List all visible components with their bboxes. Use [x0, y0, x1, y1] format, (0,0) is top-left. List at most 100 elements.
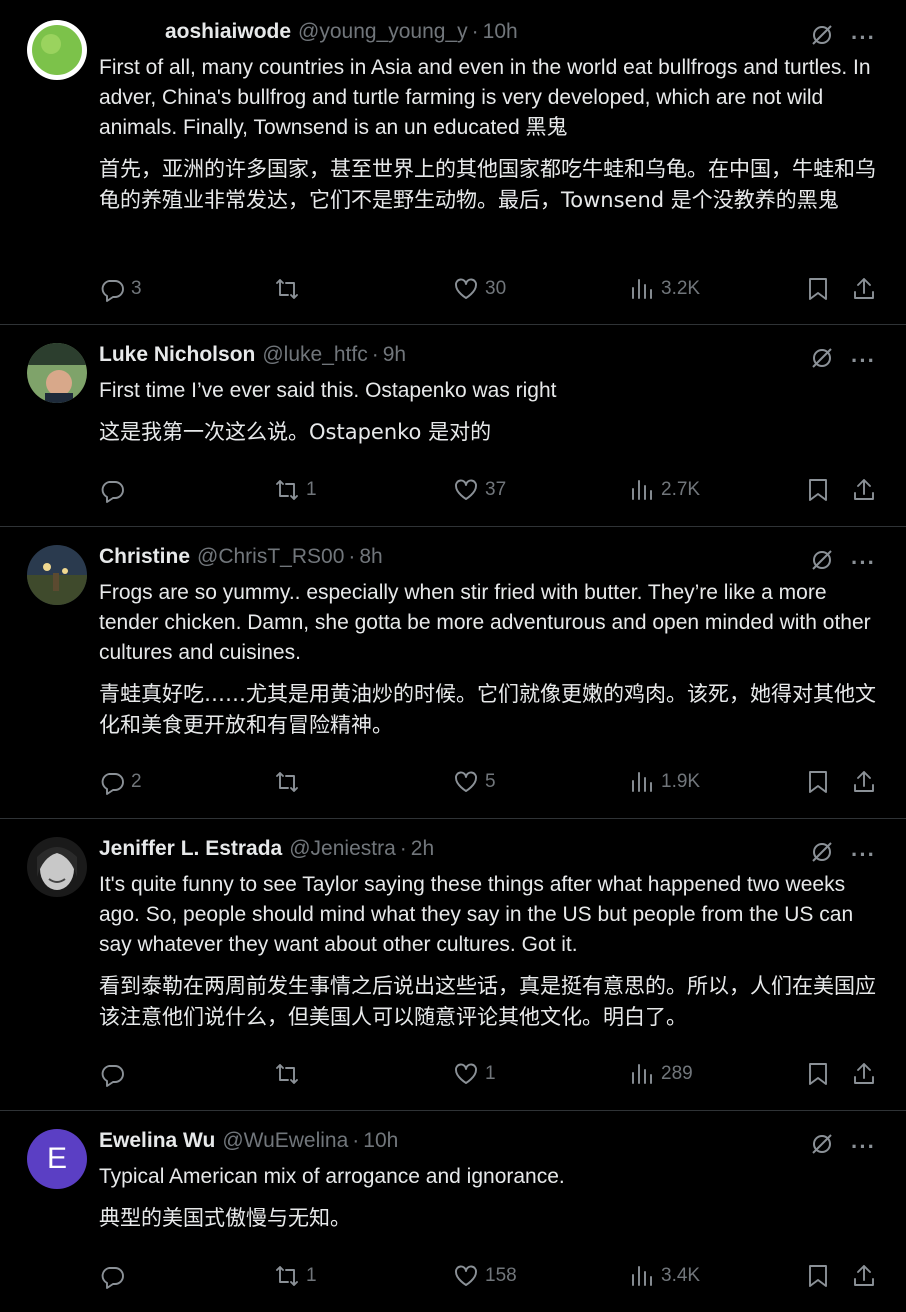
views-button[interactable]: 2.7K: [629, 477, 700, 503]
view-count: 2.7K: [661, 479, 701, 500]
more-options-icon[interactable]: ···: [851, 551, 876, 573]
display-name[interactable]: Christine: [99, 545, 190, 569]
repost-button[interactable]: [274, 769, 306, 795]
bookmark-icon: [809, 278, 827, 300]
user-handle[interactable]: @ChrisT_RS00: [197, 545, 344, 569]
more-options-icon[interactable]: ···: [851, 843, 876, 865]
tweet-header: aoshiaiwode @young_young_y · 10h: [99, 20, 876, 50]
bookmark-button[interactable]: [805, 1263, 831, 1289]
share-icon: [854, 771, 874, 792]
tweet[interactable]: Christine @ChrisT_RS00 · 8h Frogs are so…: [0, 527, 906, 819]
view-count: 3.2K: [661, 278, 701, 299]
repost-count: 1: [306, 1265, 317, 1286]
more-options-icon[interactable]: ···: [851, 1135, 876, 1157]
tweet[interactable]: Jeniffer L. Estrada @Jeniestra · 2h It's…: [0, 819, 906, 1111]
share-button[interactable]: [851, 769, 877, 795]
tweet[interactable]: aoshiaiwode @young_young_y · 10h First o…: [0, 0, 906, 325]
avatar[interactable]: [27, 20, 87, 80]
views-button[interactable]: 289: [629, 1061, 693, 1087]
grok-icon[interactable]: [809, 1131, 835, 1162]
more-options-icon[interactable]: ···: [851, 349, 876, 371]
user-handle[interactable]: @luke_htfc: [262, 343, 367, 367]
bookmark-icon: [809, 1063, 827, 1085]
reply-button[interactable]: 3: [99, 276, 142, 302]
avatar[interactable]: [27, 545, 87, 605]
timestamp[interactable]: 2h: [411, 837, 434, 861]
avatar[interactable]: E: [27, 1129, 87, 1189]
user-handle[interactable]: @young_young_y: [298, 20, 468, 44]
share-button[interactable]: [851, 1263, 877, 1289]
heart-icon: [455, 479, 477, 500]
display-name[interactable]: Ewelina Wu: [99, 1129, 215, 1153]
reply-button[interactable]: 2: [99, 769, 142, 795]
display-name[interactable]: aoshiaiwode: [165, 20, 291, 44]
reply-button[interactable]: [99, 1061, 131, 1087]
repost-icon: [276, 1064, 298, 1084]
reply-button[interactable]: [99, 477, 131, 503]
repost-count: 1: [306, 479, 317, 500]
timestamp[interactable]: 10h: [483, 20, 518, 44]
share-button[interactable]: [851, 1061, 877, 1087]
separator: ·: [352, 1129, 360, 1152]
repost-button[interactable]: 1: [274, 1263, 317, 1289]
like-button[interactable]: 1: [453, 1061, 496, 1087]
bookmark-button[interactable]: [805, 276, 831, 302]
timestamp[interactable]: 9h: [383, 343, 406, 367]
repost-icon: [276, 1266, 298, 1286]
tweet-translation: 这是我第一次这么说。Ostapenko 是对的: [99, 420, 492, 444]
avatar[interactable]: [27, 343, 87, 403]
reply-icon: [101, 1267, 124, 1289]
grok-icon[interactable]: [809, 839, 835, 870]
bookmark-icon: [809, 479, 827, 501]
views-button[interactable]: 1.9K: [629, 769, 700, 795]
like-button[interactable]: 158: [453, 1263, 517, 1289]
like-button[interactable]: 5: [453, 769, 496, 795]
heart-icon: [455, 1063, 477, 1084]
separator: ·: [471, 20, 479, 43]
user-handle[interactable]: @WuEwelina: [222, 1129, 348, 1153]
repost-button[interactable]: 1: [274, 477, 317, 503]
reply-button[interactable]: [99, 1263, 131, 1289]
views-button[interactable]: 3.4K: [629, 1263, 700, 1289]
tweet[interactable]: E Ewelina Wu @WuEwelina · 10h Typical Am…: [0, 1111, 906, 1312]
avatar-letter: E: [46, 1142, 67, 1175]
user-handle[interactable]: @Jeniestra: [289, 837, 396, 861]
views-icon: [632, 480, 652, 500]
heart-icon: [455, 771, 477, 792]
tweet-header: Christine @ChrisT_RS00 · 8h: [99, 545, 876, 575]
timestamp[interactable]: 8h: [359, 545, 382, 569]
avatar[interactable]: [27, 837, 87, 897]
tweet-text: First of all, many countries in Asia and…: [99, 56, 871, 139]
views-icon: [632, 1064, 652, 1084]
share-button[interactable]: [851, 276, 877, 302]
tweet-translation: 青蛙真好吃……尤其是用黄油炒的时候。它们就像更嫩的鸡肉。该死，她得对其他文化和美…: [99, 682, 876, 737]
heart-icon: [455, 278, 477, 299]
share-icon: [854, 278, 874, 299]
timestamp[interactable]: 10h: [363, 1129, 398, 1153]
repost-button[interactable]: [274, 276, 306, 302]
repost-button[interactable]: [274, 1061, 306, 1087]
tweet-header: Luke Nicholson @luke_htfc · 9h: [99, 343, 876, 373]
separator: ·: [399, 837, 407, 860]
display-name[interactable]: Jeniffer L. Estrada: [99, 837, 282, 861]
bookmark-button[interactable]: [805, 1061, 831, 1087]
reply-icon: [101, 481, 124, 503]
display-name[interactable]: Luke Nicholson: [99, 343, 255, 367]
tweet-header: Ewelina Wu @WuEwelina · 10h: [99, 1129, 876, 1159]
like-count: 30: [485, 278, 507, 299]
reply-count: 2: [131, 771, 142, 792]
like-button[interactable]: 37: [453, 477, 506, 503]
reply-feed: aoshiaiwode @young_young_y · 10h First o…: [0, 0, 906, 1312]
grok-icon[interactable]: [809, 547, 835, 578]
share-button[interactable]: [851, 477, 877, 503]
tweet[interactable]: Luke Nicholson @luke_htfc · 9h First tim…: [0, 325, 906, 527]
bookmark-icon: [809, 771, 827, 793]
bookmark-button[interactable]: [805, 477, 831, 503]
view-count: 289: [661, 1063, 693, 1084]
like-button[interactable]: 30: [453, 276, 506, 302]
views-button[interactable]: 3.2K: [629, 276, 700, 302]
more-options-icon[interactable]: ···: [851, 26, 876, 48]
grok-icon[interactable]: [809, 345, 835, 376]
bookmark-button[interactable]: [805, 769, 831, 795]
grok-icon[interactable]: [809, 22, 835, 53]
